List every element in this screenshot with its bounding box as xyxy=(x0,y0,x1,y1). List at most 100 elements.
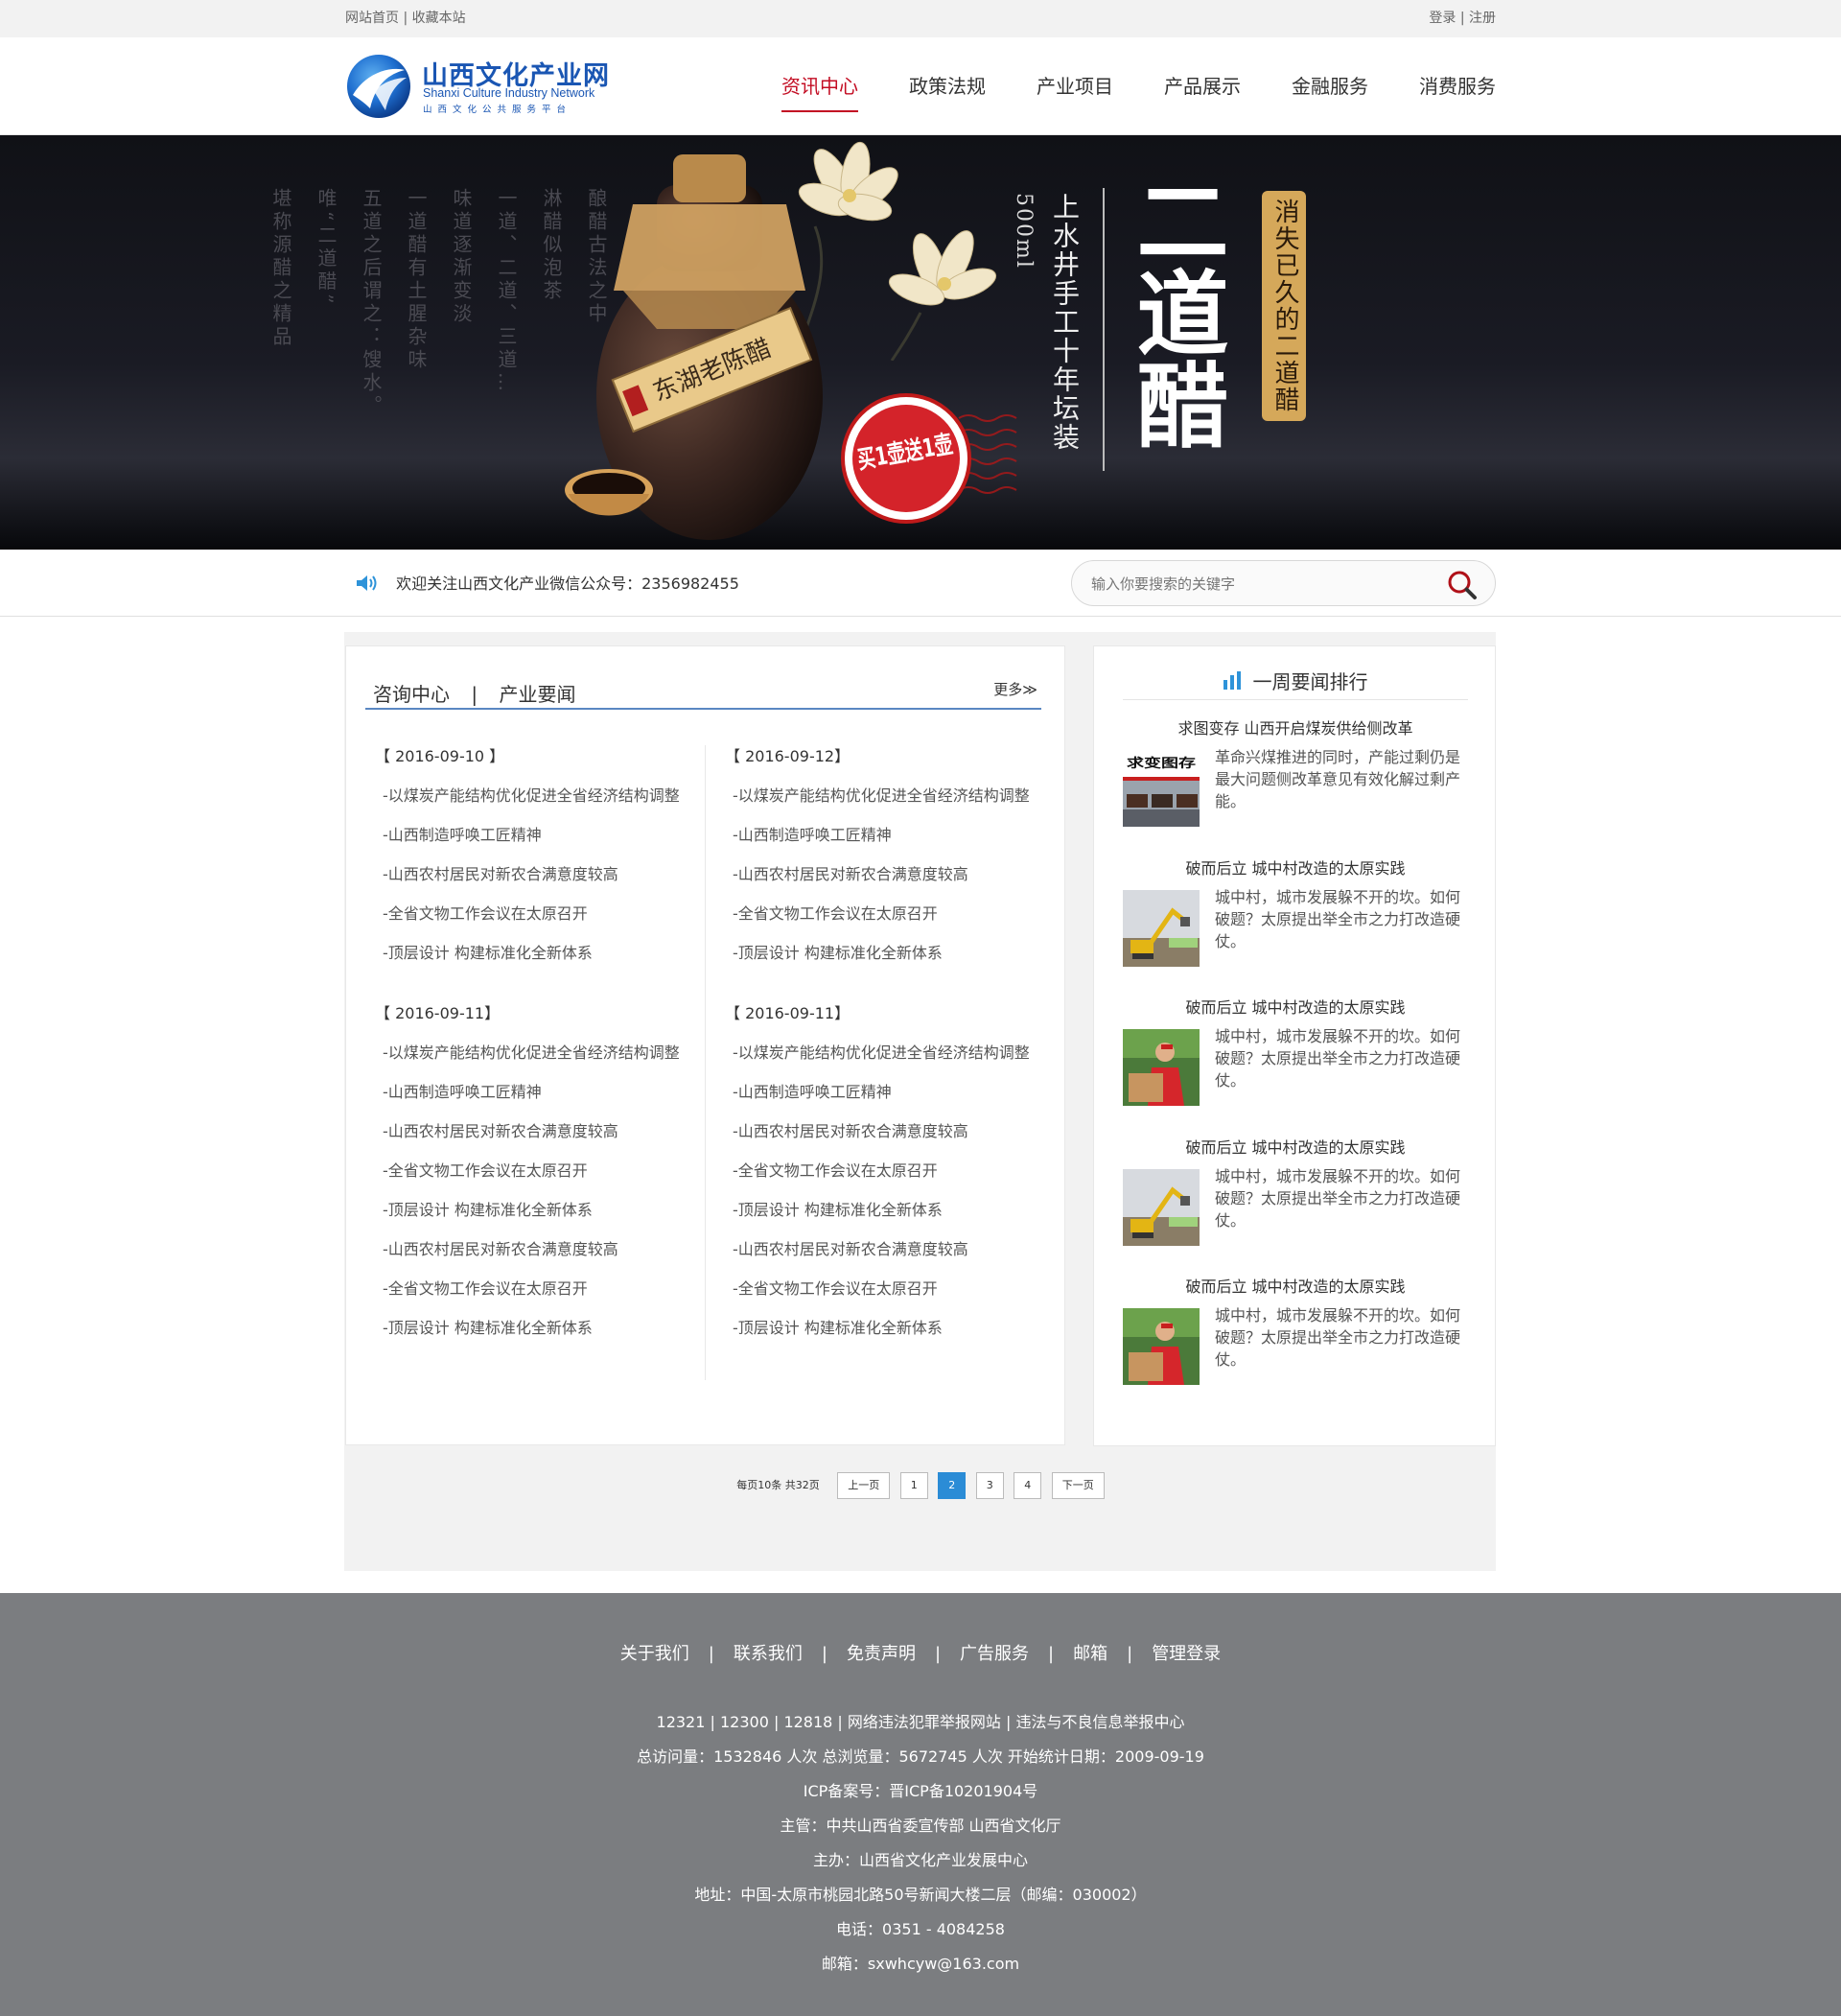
ranking-item[interactable]: 破而后立 城中村改造的太原实践城中村，城市发展躲不开的坎。如何破题？太原提出举全… xyxy=(1123,996,1468,1121)
section-subtitle[interactable]: 产业要闻 xyxy=(499,683,575,706)
nav-item-policy[interactable]: 政策法规 xyxy=(909,74,986,112)
site-footer: 关于我们 | 联系我们 | 免责声明 | 广告服务 | 邮箱 | 管理登录 12321 | 1230… xyxy=(0,1593,1841,2016)
page-button-3[interactable]: 3 xyxy=(975,1472,1004,1499)
news-item-link[interactable]: -山西农村居民对新农合满意度较高 xyxy=(375,1238,691,1278)
news-item-link[interactable]: -顶层设计 构建标准化全新体系 xyxy=(725,1317,1041,1356)
nav-item-news[interactable]: 资讯中心 xyxy=(781,74,858,112)
bookmark-link[interactable]: 收藏本站 xyxy=(412,11,466,26)
news-item-link[interactable]: -全省文物工作会议在太原召开 xyxy=(725,1278,1041,1317)
news-item-link[interactable]: -山西农村居民对新农合满意度较高 xyxy=(725,1120,1041,1160)
notice-bar: 欢迎关注山西文化产业微信公众号：2356982455 xyxy=(0,550,1841,617)
footer-email: 邮箱：sxwhcyw@163.com xyxy=(821,1955,1020,1973)
news-item-link[interactable]: -山西农村居民对新农合满意度较高 xyxy=(725,863,1041,903)
news-item-link[interactable]: -以煤炭产能结构优化促进全省经济结构调整 xyxy=(725,1042,1041,1081)
footer-link-disclaimer[interactable]: 免责声明 xyxy=(847,1644,916,1664)
ranking-item[interactable]: 破而后立 城中村改造的太原实践 城中村，城市发展躲不开的坎。如何破题？太原提出举全… xyxy=(1123,1137,1468,1261)
news-item-link[interactable]: -顶层设计 构建标准化全新体系 xyxy=(725,1199,1041,1238)
footer-link-separator: | xyxy=(1048,1644,1055,1664)
news-item-link[interactable]: -以煤炭产能结构优化促进全省经济结构调整 xyxy=(375,785,691,824)
logo-english: Shanxi Culture Industry Network xyxy=(423,86,595,100)
register-link[interactable]: 注册 xyxy=(1469,11,1496,26)
banner-poem-line-7: 唯“二道醋” xyxy=(315,188,338,308)
banner-tag: 消失已久的二道醋 xyxy=(1270,199,1299,413)
notice-text: 欢迎关注山西文化产业微信公众号：2356982455 xyxy=(396,574,739,593)
search-icon[interactable] xyxy=(1447,570,1478,600)
site-header: 山西文化产业网 Shanxi Culture Industry Network … xyxy=(0,37,1841,135)
banner-poem-line-2: 淋醋似泡茶 xyxy=(540,188,563,303)
ranking-thumbnail[interactable] xyxy=(1123,1029,1200,1106)
footer-link-admin[interactable]: 管理登录 xyxy=(1152,1644,1221,1664)
ranking-item-title[interactable]: 破而后立 城中村改造的太原实践 xyxy=(1123,1276,1468,1299)
nav-item-consumer[interactable]: 消费服务 xyxy=(1419,74,1496,112)
pagination-inner: 每页10条 共32页 上一页 1 2 3 4 下一页 xyxy=(736,1471,1105,1500)
news-item-link[interactable]: -山西农村居民对新农合满意度较高 xyxy=(725,1238,1041,1278)
ranking-thumbnail[interactable]: 求变图存 xyxy=(1123,750,1200,827)
news-panel-header: 咨询中心 | 产业要闻 更多≫ xyxy=(365,666,1041,710)
news-item-link[interactable]: -以煤炭产能结构优化促进全省经济结构调整 xyxy=(375,1042,691,1081)
news-item-link[interactable]: -山西制造呼唤工匠精神 xyxy=(375,1081,691,1120)
ranking-item[interactable]: 求图变存 山西开启煤炭供给侧改革求变图存 革命兴煤推进的同时，产能过剩仍是最大问题… xyxy=(1123,717,1468,842)
nav-item-finance[interactable]: 金融服务 xyxy=(1292,74,1368,112)
news-item-link[interactable]: -山西制造呼唤工匠精神 xyxy=(375,824,691,863)
news-item-link[interactable]: -全省文物工作会议在太原召开 xyxy=(725,903,1041,942)
ranking-item-title[interactable]: 破而后立 城中村改造的太原实践 xyxy=(1123,857,1468,880)
ranking-thumbnail[interactable] xyxy=(1123,889,1200,967)
page-button-2[interactable]: 2 xyxy=(938,1472,967,1499)
ranking-item-title[interactable]: 求图变存 山西开启煤炭供给侧改革 xyxy=(1123,717,1468,740)
ranking-thumbnail[interactable] xyxy=(1123,1308,1200,1385)
top-utility-bar: 网站首页 | 收藏本站 登录 | 注册 xyxy=(0,0,1841,37)
news-item-link[interactable]: -顶层设计 构建标准化全新体系 xyxy=(725,942,1041,981)
ranking-title: 一周要闻排行 xyxy=(1252,670,1368,693)
ranking-thumbnail[interactable] xyxy=(1123,1168,1200,1246)
ranking-item-title[interactable]: 破而后立 城中村改造的太原实践 xyxy=(1123,996,1468,1020)
news-item-link[interactable]: -顶层设计 构建标准化全新体系 xyxy=(375,1199,691,1238)
news-item-link[interactable]: -山西制造呼唤工匠精神 xyxy=(725,1081,1041,1120)
news-item-link[interactable]: -全省文物工作会议在太原召开 xyxy=(725,1160,1041,1199)
news-column-right: 【 2016-09-12】 -以煤炭产能结构优化促进全省经济结构调整 -山西制造呼唤… xyxy=(725,745,1041,1377)
hero-banner[interactable]: 酿醋古法之中 淋醋似泡茶 一道、二道、三道… 味道逐渐变淡 一道醋有土腥杂味 五… xyxy=(0,135,1841,550)
footer-link-about[interactable]: 关于我们 xyxy=(620,1644,689,1664)
footer-link-mail[interactable]: 邮箱 xyxy=(1073,1644,1107,1664)
news-item-link[interactable]: -山西农村居民对新农合满意度较高 xyxy=(375,863,691,903)
footer-link-ads[interactable]: 广告服务 xyxy=(960,1644,1029,1664)
top-utility-inner: 网站首页 | 收藏本站 登录 | 注册 xyxy=(345,0,1496,37)
search-input[interactable] xyxy=(1091,573,1436,596)
main-nav: 资讯中心 政策法规 产业项目 产品展示 金融服务 消费服务 xyxy=(731,74,1496,112)
account-separator: | xyxy=(1459,11,1465,26)
page-button-1[interactable]: 1 xyxy=(899,1472,928,1499)
next-page-button[interactable]: 下一页 xyxy=(1051,1472,1105,1499)
page-button-4[interactable]: 4 xyxy=(1014,1472,1042,1499)
ranking-item-summary: 城中村，城市发展躲不开的坎。如何破题？太原提出举全市之力打改造硬仗。 xyxy=(1215,1306,1461,1369)
site-logo[interactable]: 山西文化产业网 Shanxi Culture Industry Network … xyxy=(345,53,614,120)
footer-icp: ICP备案号：晋ICP备10201904号 xyxy=(803,1782,1038,1800)
news-date-group: 【 2016-09-11】 -以煤炭产能结构优化促进全省经济结构调整 -山西制造呼唤… xyxy=(725,1002,1041,1356)
account-links: 登录 | 注册 xyxy=(1429,0,1496,37)
section-title[interactable]: 咨询中心 xyxy=(373,683,450,706)
footer-link-contact[interactable]: 联系我们 xyxy=(734,1644,803,1664)
home-link[interactable]: 网站首页 xyxy=(345,11,399,26)
news-item-link[interactable]: -顶层设计 构建标准化全新体系 xyxy=(375,1317,691,1356)
news-item-link[interactable]: -山西农村居民对新农合满意度较高 xyxy=(375,1120,691,1160)
ranking-item[interactable]: 破而后立 城中村改造的太原实践城中村，城市发展躲不开的坎。如何破题？太原提出举全… xyxy=(1123,1276,1468,1400)
vinegar-dish-illustration xyxy=(565,469,653,516)
ranking-item-title[interactable]: 破而后立 城中村改造的太原实践 xyxy=(1123,1137,1468,1160)
news-date: 【 2016-09-10 】 xyxy=(375,747,505,765)
news-panel-title: 咨询中心 | 产业要闻 xyxy=(373,679,575,707)
news-item-link[interactable]: -以煤炭产能结构优化促进全省经济结构调整 xyxy=(725,785,1041,824)
nav-item-projects[interactable]: 产业项目 xyxy=(1037,74,1113,112)
news-item-link[interactable]: -顶层设计 构建标准化全新体系 xyxy=(375,942,691,981)
bar-chart-icon xyxy=(1223,671,1242,694)
ranking-item-summary: 革命兴煤推进的同时，产能过剩仍是最大问题侧改革意见有效化解过剩产能。 xyxy=(1215,748,1461,810)
ranking-item-summary: 城中村，城市发展躲不开的坎。如何破题？太原提出举全市之力打改造硬仗。 xyxy=(1215,1027,1461,1090)
ranking-item[interactable]: 破而后立 城中村改造的太原实践 城中村，城市发展躲不开的坎。如何破题？太原提出举全… xyxy=(1123,857,1468,982)
nav-item-products[interactable]: 产品展示 xyxy=(1164,74,1241,112)
news-item-link[interactable]: -全省文物工作会议在太原召开 xyxy=(375,1160,691,1199)
more-link[interactable]: 更多≫ xyxy=(993,679,1037,699)
news-item-link[interactable]: -全省文物工作会议在太原召开 xyxy=(375,1278,691,1317)
news-item-link[interactable]: -全省文物工作会议在太原召开 xyxy=(375,903,691,942)
login-link[interactable]: 登录 xyxy=(1429,11,1456,26)
prev-page-button[interactable]: 上一页 xyxy=(837,1472,891,1499)
news-item-link[interactable]: -山西制造呼唤工匠精神 xyxy=(725,824,1041,863)
news-panel: 咨询中心 | 产业要闻 更多≫ 【 2016-09-10 】 -以煤炭产能结构优化… xyxy=(345,645,1065,1445)
news-date-group: 【 2016-09-12】 -以煤炭产能结构优化促进全省经济结构调整 -山西制造呼唤… xyxy=(725,745,1041,981)
